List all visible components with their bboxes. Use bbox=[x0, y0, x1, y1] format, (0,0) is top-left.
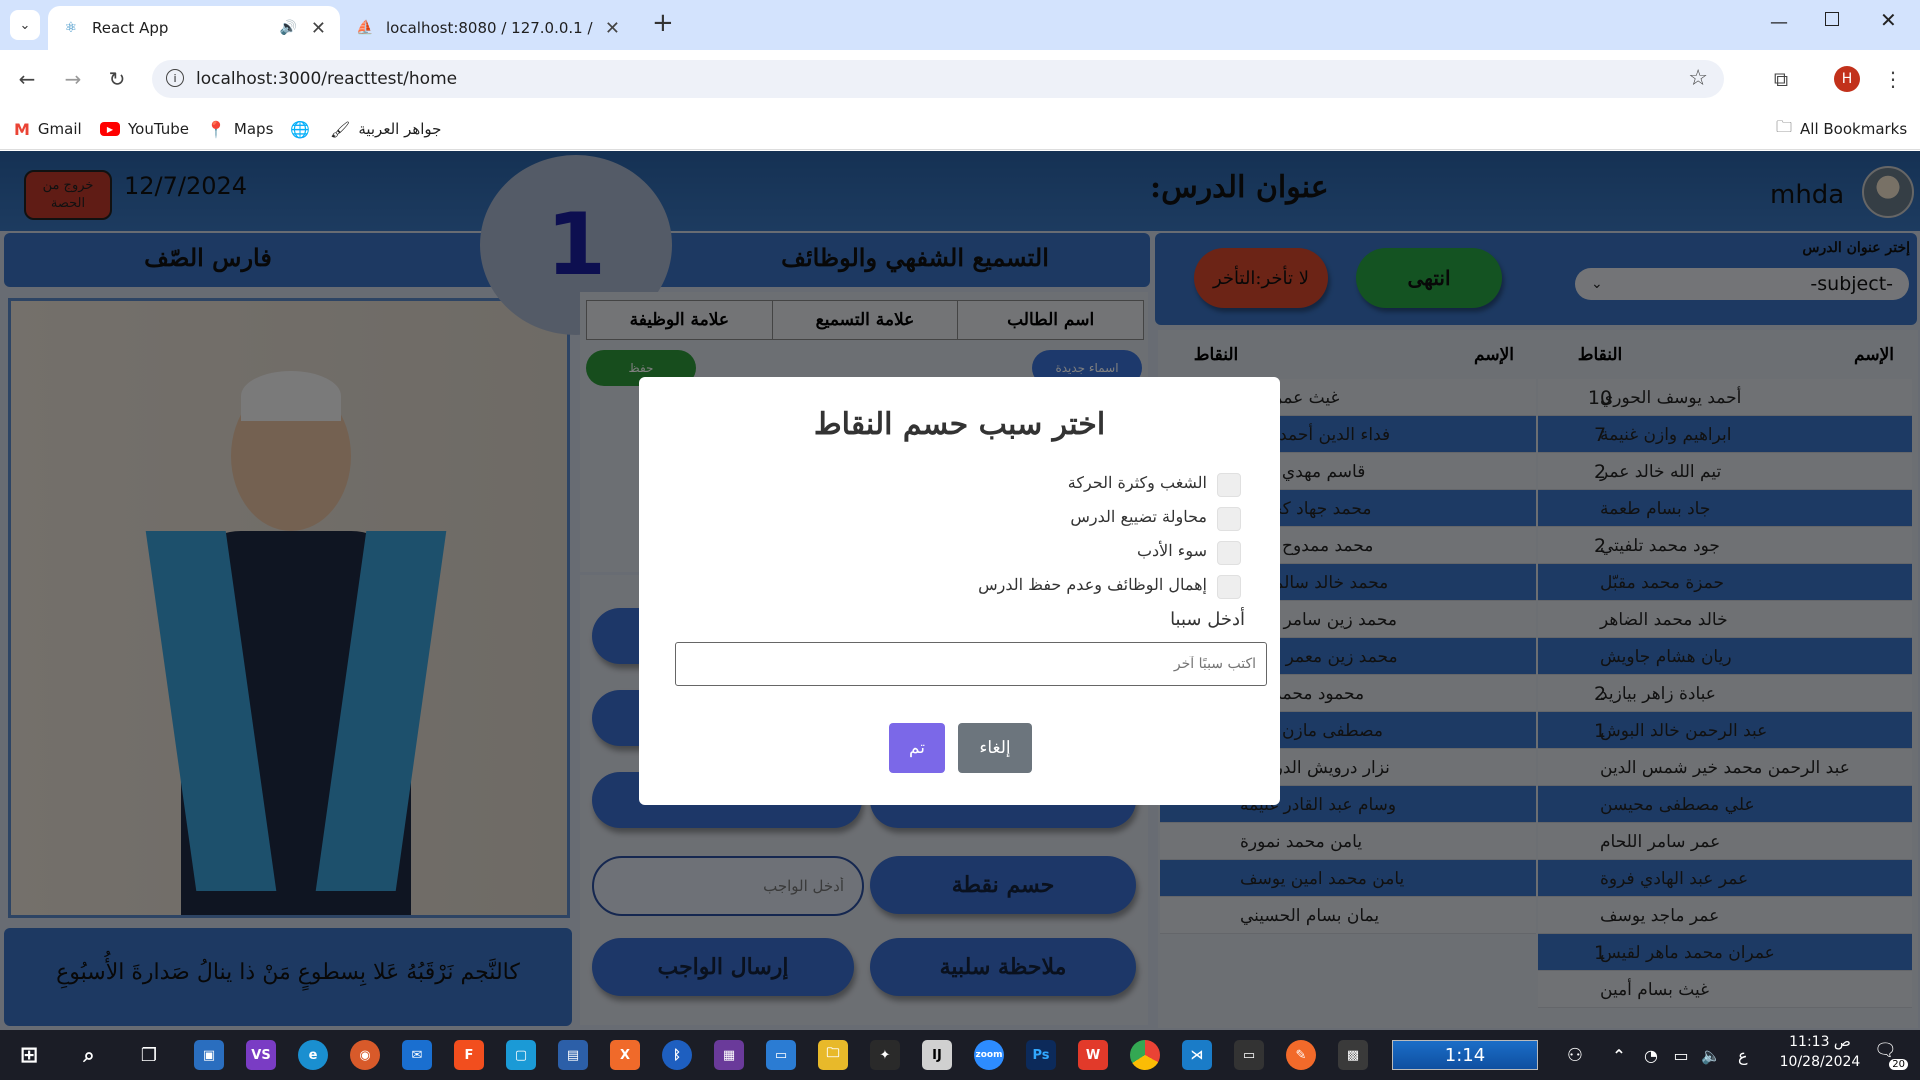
file-explorer-icon[interactable]: 🗀 bbox=[818, 1040, 848, 1070]
app-icon-5[interactable]: ▭ bbox=[766, 1040, 796, 1070]
reason-checkbox-2[interactable] bbox=[1217, 507, 1241, 531]
confirm-label: تم bbox=[908, 738, 926, 758]
extensions-icon[interactable]: ⧉ bbox=[1766, 64, 1796, 94]
timer-widget: 1:14 bbox=[1392, 1040, 1538, 1070]
close-window-icon[interactable]: ✕ bbox=[1880, 8, 1897, 32]
close-icon[interactable]: ✕ bbox=[311, 18, 326, 39]
bookmark-youtube[interactable]: ▶ YouTube bbox=[100, 116, 189, 142]
react-icon: ⚛ bbox=[64, 20, 78, 36]
profile-initial: H bbox=[1841, 71, 1853, 87]
restore-icon[interactable] bbox=[1825, 12, 1839, 26]
bookmark-arabic[interactable]: 🖌 جواهر العربية bbox=[330, 116, 441, 142]
battery-icon[interactable]: ▭ bbox=[1666, 1040, 1696, 1070]
reason-checkbox-1[interactable] bbox=[1217, 473, 1241, 497]
tab-title: React App bbox=[92, 19, 169, 37]
bookmarks-bar bbox=[0, 108, 1920, 150]
new-tab-button[interactable]: + bbox=[652, 8, 674, 38]
modal-title: اختر سبب حسم النقاط bbox=[813, 407, 1106, 442]
reason-label-2: محاولة تضييع الدرس bbox=[1070, 507, 1207, 526]
other-reason-input[interactable] bbox=[675, 642, 1267, 686]
bookmark-gmail[interactable]: M Gmail bbox=[14, 116, 82, 142]
zoom-icon[interactable]: zoom bbox=[974, 1040, 1004, 1070]
star-icon[interactable]: ☆ bbox=[1688, 66, 1708, 91]
edge-icon[interactable]: e bbox=[298, 1040, 328, 1070]
store-icon[interactable]: ▣ bbox=[194, 1040, 224, 1070]
cancel-button[interactable]: إلغاء bbox=[958, 723, 1032, 773]
bluetooth-icon[interactable]: ᛒ bbox=[662, 1040, 692, 1070]
bookmark-label: جواهر العربية bbox=[358, 120, 442, 138]
user-tray-icon[interactable]: ⚇ bbox=[1560, 1040, 1590, 1070]
task-view-icon[interactable]: ❐ bbox=[134, 1040, 164, 1070]
tab-search-button[interactable]: ⌄ bbox=[10, 10, 40, 40]
speaker-icon[interactable]: 🔊 bbox=[279, 20, 296, 36]
folder-icon: 🗀 bbox=[1776, 116, 1793, 136]
brush-icon: 🖌 bbox=[330, 119, 351, 139]
chevron-up-icon[interactable]: ⌃ bbox=[1604, 1040, 1634, 1070]
terminal-icon[interactable]: ▭ bbox=[1234, 1040, 1264, 1070]
profile-avatar[interactable]: H bbox=[1834, 66, 1860, 92]
bookmark-globe[interactable]: 🌐 bbox=[290, 116, 310, 142]
reload-icon[interactable]: ↻ bbox=[102, 64, 132, 94]
menu-icon[interactable]: ⋮ bbox=[1878, 64, 1908, 94]
bookmark-label: YouTube bbox=[128, 120, 189, 138]
app-icon-2[interactable]: ▢ bbox=[506, 1040, 536, 1070]
photoshop-icon[interactable]: Ps bbox=[1026, 1040, 1056, 1070]
all-bookmarks-label: All Bookmarks bbox=[1800, 120, 1908, 138]
clock-time[interactable]: 11:13 ص bbox=[1770, 1034, 1870, 1050]
close-icon[interactable]: ✕ bbox=[605, 18, 620, 39]
figma-icon[interactable]: F bbox=[454, 1040, 484, 1070]
app-icon-1[interactable]: ◉ bbox=[350, 1040, 380, 1070]
wifi-icon[interactable]: ◔ bbox=[1636, 1040, 1666, 1070]
address-bar[interactable]: i localhost:3000/reacttest/home ☆ bbox=[152, 60, 1724, 98]
tab-phpmyadmin[interactable]: ⛵ localhost:8080 / 127.0.0.1 / sha ✕ bbox=[342, 6, 634, 50]
confirm-button[interactable]: تم bbox=[889, 723, 945, 773]
app-icon-4[interactable]: ▦ bbox=[714, 1040, 744, 1070]
bookmark-label: Maps bbox=[233, 120, 274, 138]
minimize-icon[interactable]: — bbox=[1770, 12, 1788, 33]
bookmark-label: Gmail bbox=[37, 120, 82, 138]
reason-label-4: إهمال الوظائف وعدم حفظ الدرس bbox=[978, 575, 1207, 594]
site-info-icon[interactable]: i bbox=[166, 69, 184, 87]
timer-text: 1:14 bbox=[1444, 1044, 1486, 1066]
notification-count: 20 bbox=[1889, 1059, 1908, 1070]
bookmark-maps[interactable]: 📍 Maps bbox=[206, 116, 273, 142]
app-icon-8[interactable]: ▩ bbox=[1338, 1040, 1368, 1070]
windows-start-icon[interactable]: ⊞ bbox=[14, 1040, 44, 1070]
app-icon-7[interactable]: ✎ bbox=[1286, 1040, 1316, 1070]
gmail-icon: M bbox=[14, 119, 30, 139]
youtube-icon: ▶ bbox=[100, 122, 120, 136]
mail-icon[interactable]: ✉ bbox=[402, 1040, 432, 1070]
cancel-label: إلغاء bbox=[979, 738, 1011, 758]
phpmyadmin-icon: ⛵ bbox=[356, 20, 374, 36]
all-bookmarks[interactable]: 🗀 All Bookmarks bbox=[1776, 116, 1907, 142]
notification-icon[interactable]: 🗨 20 bbox=[1874, 1040, 1908, 1070]
volume-icon[interactable]: 🔈 bbox=[1696, 1040, 1726, 1070]
app-icon-6[interactable]: ✦ bbox=[870, 1040, 900, 1070]
vscode-icon[interactable]: ⋊ bbox=[1182, 1040, 1212, 1070]
maps-icon: 📍 bbox=[206, 119, 226, 139]
reason-label-1: الشغب وكثرة الحركة bbox=[1067, 473, 1207, 492]
clock-date[interactable]: 10/28/2024 bbox=[1770, 1054, 1870, 1070]
deduction-reason-modal: اختر سبب حسم النقاط الشغب وكثرة الحركة م… bbox=[639, 377, 1280, 805]
intellij-icon[interactable]: IJ bbox=[922, 1040, 952, 1070]
reason-checkbox-3[interactable] bbox=[1217, 541, 1241, 565]
forward-icon[interactable]: → bbox=[58, 64, 88, 94]
visual-studio-icon[interactable]: VS bbox=[246, 1040, 276, 1070]
chrome-icon[interactable] bbox=[1130, 1040, 1160, 1070]
reason-label-3: سوء الأدب bbox=[1136, 541, 1207, 560]
input-language[interactable]: ع bbox=[1738, 1046, 1748, 1065]
other-reason-label: أدخل سببا bbox=[1170, 609, 1245, 630]
globe-icon: 🌐 bbox=[290, 119, 310, 139]
tab-title: localhost:8080 / 127.0.0.1 / sha bbox=[386, 19, 596, 37]
wps-icon[interactable]: W bbox=[1078, 1040, 1108, 1070]
tab-react-app[interactable]: ⚛ React App 🔊 ✕ bbox=[48, 6, 340, 50]
chat-icon: 🗨 bbox=[1874, 1040, 1897, 1061]
reason-checkbox-4[interactable] bbox=[1217, 575, 1241, 599]
xampp-icon[interactable]: X bbox=[610, 1040, 640, 1070]
back-icon[interactable]: ← bbox=[12, 64, 42, 94]
url-text: localhost:3000/reacttest/home bbox=[196, 69, 458, 89]
app-icon-3[interactable]: ▤ bbox=[558, 1040, 588, 1070]
search-icon[interactable]: ⌕ bbox=[74, 1040, 104, 1070]
